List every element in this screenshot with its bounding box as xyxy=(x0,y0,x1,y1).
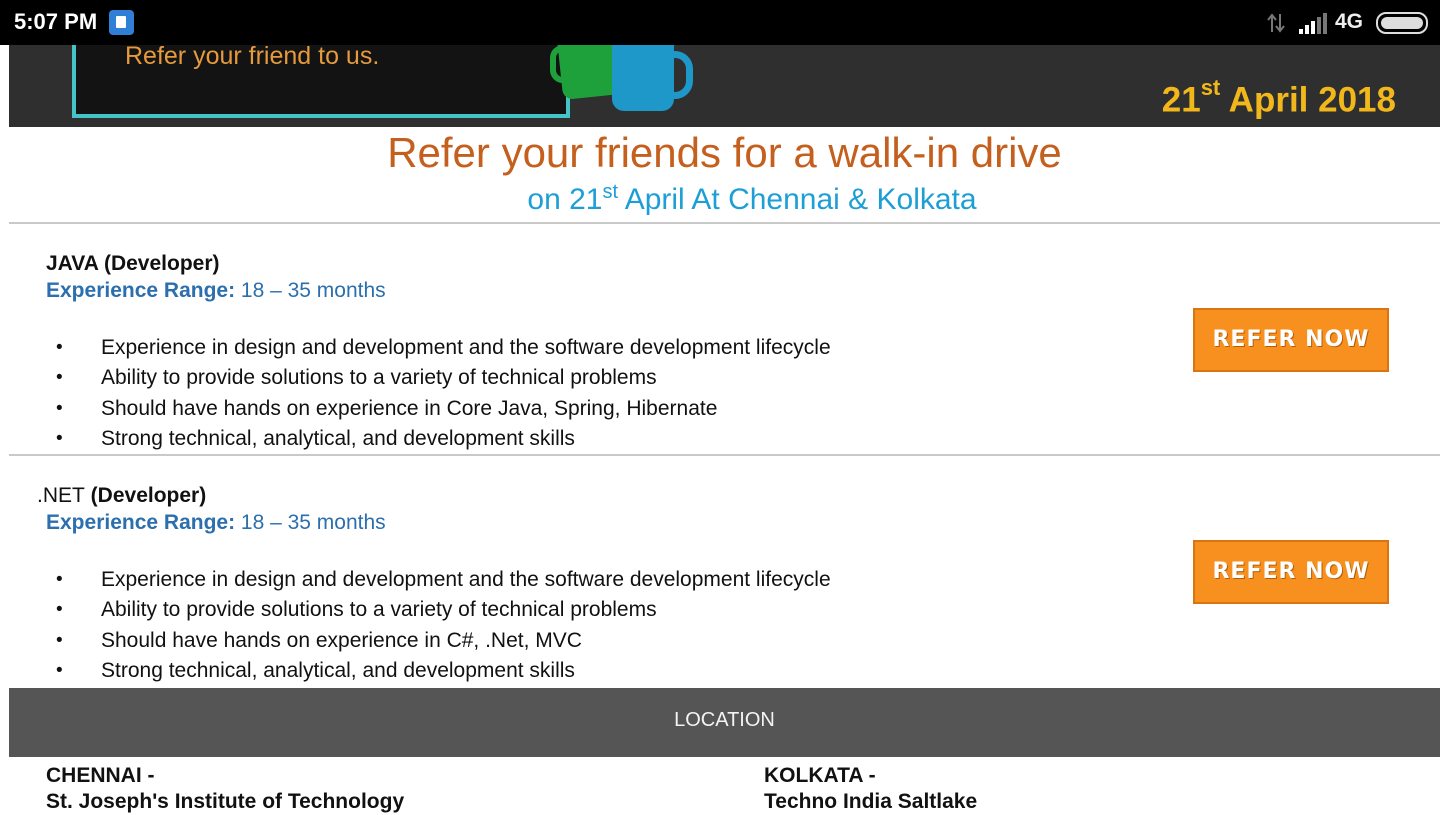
location-header: LOCATION xyxy=(9,688,1440,757)
refer-now-button[interactable]: REFER NOW xyxy=(1193,308,1389,372)
list-item: Strong technical, analytical, and develo… xyxy=(54,656,831,686)
experience-range: Experience Range: 18 – 35 months xyxy=(46,511,386,534)
venue-name: Techno India Saltlake xyxy=(764,790,978,813)
page-title: Refer your friends for a walk-in drive xyxy=(387,129,1062,176)
list-item: Experience in design and development and… xyxy=(54,565,831,595)
list-item: Ability to provide solutions to a variet… xyxy=(54,595,831,625)
data-activity-icon xyxy=(1267,13,1285,33)
kolkata-location: KOLKATA - Techno India Saltlake xyxy=(764,763,977,815)
blue-mug-icon xyxy=(612,45,674,111)
city-label: CHENNAI - xyxy=(46,764,155,787)
job-title: JAVA (Developer) xyxy=(46,252,220,275)
network-type: 4G xyxy=(1335,10,1364,33)
list-item: Experience in design and development and… xyxy=(54,333,831,363)
refer-now-button[interactable]: REFER NOW xyxy=(1193,540,1389,604)
battery-icon xyxy=(1376,12,1428,34)
job-title: .NET (Developer) xyxy=(37,484,207,507)
list-item: Ability to provide solutions to a variet… xyxy=(54,363,831,393)
list-item: Should have hands on experience in Core … xyxy=(54,394,831,424)
experience-range: Experience Range: 18 – 35 months xyxy=(46,279,386,302)
list-item: Strong technical, analytical, and develo… xyxy=(54,424,831,454)
list-item: Should have hands on experience in C#, .… xyxy=(54,626,831,656)
banner-date: 21st April 2018 xyxy=(1161,75,1396,120)
promo-banner: Refer your friend to us. 21st April 2018 xyxy=(9,45,1440,127)
job-dotnet: .NET (Developer) Experience Range: 18 – … xyxy=(9,455,1440,687)
banner-tagline: Refer your friend to us. xyxy=(125,45,380,70)
city-label: KOLKATA - xyxy=(764,764,876,787)
job-java: JAVA (Developer) Experience Range: 18 – … xyxy=(9,223,1440,455)
web-page[interactable]: Refer your friend to us. 21st April 2018… xyxy=(9,45,1440,813)
requirements-list: Experience in design and development and… xyxy=(54,333,831,455)
status-time: 5:07 PM xyxy=(14,9,98,34)
requirements-list: Experience in design and development and… xyxy=(54,565,831,687)
app-notification-icon xyxy=(109,10,134,35)
venue-name: St. Joseph's Institute of Technology xyxy=(46,790,405,813)
status-bar: 5:07 PM 4G xyxy=(0,0,1440,45)
signal-strength-icon xyxy=(1299,13,1327,34)
chennai-location: CHENNAI - St. Joseph's Institute of Tech… xyxy=(46,763,404,815)
page-subtitle: on 21st April At Chennai & Kolkata xyxy=(527,181,977,216)
